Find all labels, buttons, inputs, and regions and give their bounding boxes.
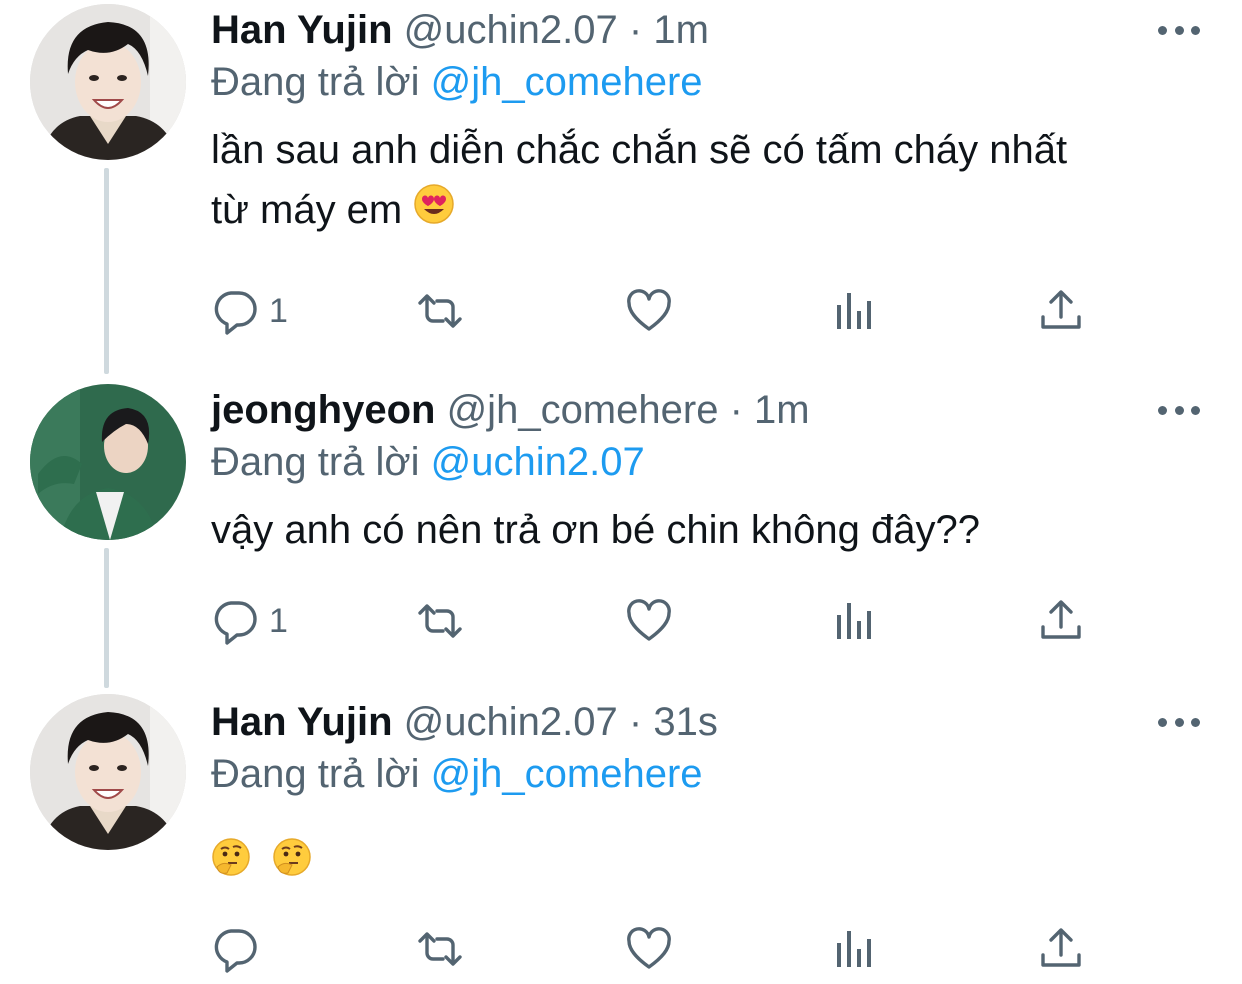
like-button[interactable]: [625, 924, 673, 974]
retweet-icon: [418, 294, 462, 328]
reply-icon: [214, 291, 257, 335]
replying-to: Đang trả lời @jh_comehere: [211, 750, 703, 798]
retweet-button[interactable]: [416, 596, 464, 646]
retweet-icon: [418, 604, 462, 638]
replying-to: Đang trả lời @jh_comehere: [211, 58, 703, 106]
heart-eyes-emoji: [413, 182, 455, 242]
tweet-text-part: từ máy em: [211, 188, 403, 232]
more-options-icon[interactable]: [1158, 404, 1200, 416]
thinking-face-emoji: [211, 834, 251, 894]
avatar[interactable]: [30, 4, 186, 160]
thinking-face-emoji: [272, 834, 312, 894]
share-icon: [1041, 928, 1081, 967]
tweet-header: Han Yujin @uchin2.07 · 31s: [211, 698, 718, 746]
reply-icon: [214, 601, 257, 645]
display-name[interactable]: Han Yujin: [211, 8, 393, 52]
like-button[interactable]: [625, 596, 673, 646]
analytics-button[interactable]: [831, 924, 879, 974]
share-button[interactable]: [1037, 286, 1085, 336]
user-handle[interactable]: @uchin2.07: [404, 700, 618, 744]
replying-prefix: Đang trả lời: [211, 440, 420, 484]
heart-icon: [627, 927, 671, 969]
reply-icon: [214, 929, 257, 973]
reply-button[interactable]: 1: [211, 596, 288, 646]
tweet[interactable]: Han Yujin @uchin2.07 · 31s Đang trả lời …: [0, 694, 1242, 984]
analytics-button[interactable]: [831, 286, 879, 336]
user-handle[interactable]: @uchin2.07: [404, 8, 618, 52]
reply-count: 1: [269, 291, 288, 330]
tweet-text-line: từ máy em: [211, 180, 1191, 242]
replying-to: Đang trả lời @uchin2.07: [211, 438, 645, 486]
display-name[interactable]: jeonghyeon: [211, 388, 435, 432]
analytics-icon: [837, 293, 871, 329]
avatar[interactable]: [30, 384, 186, 540]
analytics-button[interactable]: [831, 596, 879, 646]
heart-icon: [627, 289, 671, 331]
avatar[interactable]: [30, 694, 186, 850]
mention-link[interactable]: @uchin2.07: [431, 440, 645, 484]
tweet[interactable]: Han Yujin @uchin2.07 · 1m Đang trả lời @…: [0, 0, 1242, 370]
timestamp[interactable]: 31s: [653, 700, 718, 744]
mention-link[interactable]: @jh_comehere: [431, 752, 703, 796]
share-button[interactable]: [1037, 596, 1085, 646]
reply-count: 1: [269, 601, 288, 640]
share-icon: [1041, 290, 1081, 329]
tweet-text: lần sau anh diễn chắc chắn sẽ có tấm chá…: [211, 120, 1191, 242]
reply-button[interactable]: 1: [211, 286, 288, 336]
analytics-icon: [837, 931, 871, 967]
mention-link[interactable]: @jh_comehere: [431, 60, 703, 104]
tweet-header: jeonghyeon @jh_comehere · 1m: [211, 386, 810, 434]
display-name[interactable]: Han Yujin: [211, 700, 393, 744]
retweet-button[interactable]: [416, 286, 464, 336]
separator-dot: ·: [628, 8, 643, 52]
timestamp[interactable]: 1m: [754, 388, 810, 432]
tweet-actions: 1: [211, 596, 1111, 646]
share-icon: [1041, 600, 1081, 639]
like-button[interactable]: [625, 286, 673, 336]
tweet-actions: 1: [211, 286, 1111, 336]
replying-prefix: Đang trả lời: [211, 752, 420, 796]
replying-prefix: Đang trả lời: [211, 60, 420, 104]
timestamp[interactable]: 1m: [653, 8, 709, 52]
reply-button[interactable]: [211, 924, 269, 974]
tweet-text: [211, 832, 1191, 894]
tweet[interactable]: jeonghyeon @jh_comehere · 1m Đang trả lờ…: [0, 380, 1242, 680]
separator-dot: ·: [628, 700, 643, 744]
separator-dot: ·: [729, 388, 743, 432]
tweet-text-line: lần sau anh diễn chắc chắn sẽ có tấm chá…: [211, 128, 1068, 172]
tweet-text-line: vậy anh có nên trả ơn bé chin không đây?…: [211, 508, 980, 552]
more-options-icon[interactable]: [1158, 716, 1200, 728]
analytics-icon: [837, 603, 871, 639]
share-button[interactable]: [1037, 924, 1085, 974]
retweet-button[interactable]: [416, 924, 464, 974]
user-handle[interactable]: @jh_comehere: [447, 388, 719, 432]
tweet-text: vậy anh có nên trả ơn bé chin không đây?…: [211, 500, 1191, 560]
tweet-header: Han Yujin @uchin2.07 · 1m: [211, 6, 709, 54]
tweet-actions: [211, 924, 1111, 974]
more-options-icon[interactable]: [1158, 24, 1200, 36]
heart-icon: [627, 599, 671, 641]
retweet-icon: [418, 932, 462, 966]
